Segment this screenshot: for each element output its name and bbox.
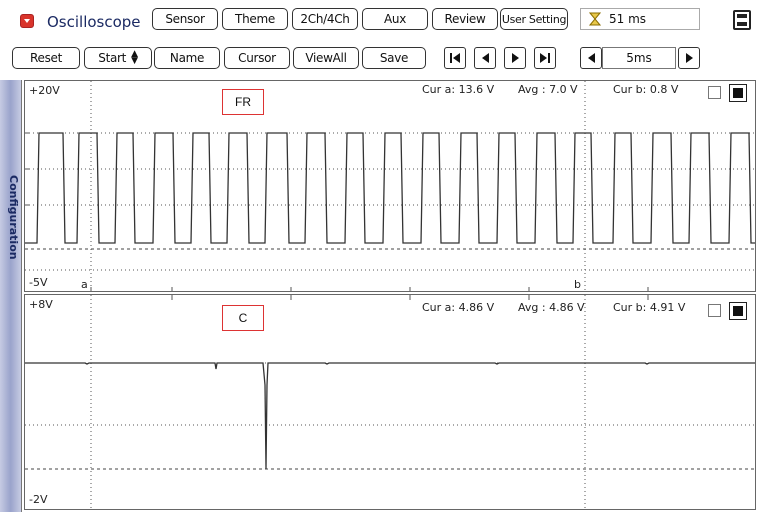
review-button[interactable]: Review	[432, 8, 498, 30]
hourglass-icon	[589, 12, 601, 26]
reset-button[interactable]: Reset	[12, 47, 80, 69]
cursor-a-label: a	[81, 278, 88, 291]
c-waveform-plot	[25, 295, 755, 509]
cursor-b-label: b	[574, 278, 581, 291]
top-bar: Oscilloscope Sensor Theme 2Ch/4Ch Aux Re…	[0, 0, 758, 40]
c-visible-checkbox[interactable]	[729, 302, 747, 320]
fr-channel-name-box[interactable]: FR	[222, 89, 264, 115]
user-setting-button[interactable]: User Setting	[500, 8, 568, 30]
configuration-label: Configuration	[7, 175, 20, 260]
timebase-increase-button[interactable]	[678, 47, 700, 69]
configuration-sidebar[interactable]: Configuration	[0, 80, 22, 512]
skip-end-icon	[540, 53, 550, 63]
channel-panel-fr[interactable]: +20V -5V a b FR Cur a: 13.6 V Avg : 7.0 …	[24, 80, 756, 292]
timebase-increase-icon	[685, 53, 693, 63]
name-button[interactable]: Name	[154, 47, 220, 69]
channel-panel-c[interactable]: +8V -2V C Cur a: 4.86 V Avg : 4.86 V Cur…	[24, 294, 756, 510]
c-toggle-checkbox[interactable]	[708, 304, 721, 317]
fr-average-value: Avg : 7.0 V	[518, 83, 578, 96]
time-display-value: 51 ms	[609, 12, 647, 26]
start-button-label: Start	[98, 51, 127, 65]
save-button[interactable]: Save	[362, 47, 426, 69]
timebase-decrease-icon	[587, 53, 595, 63]
step-back-icon	[481, 53, 489, 63]
start-button[interactable]: Start ▲ ▼	[84, 47, 152, 69]
fr-cursor-b-value: Cur b: 0.8 V	[613, 83, 679, 96]
cursor-button[interactable]: Cursor	[224, 47, 290, 69]
sensor-button[interactable]: Sensor	[152, 8, 218, 30]
aux-button[interactable]: Aux	[362, 8, 428, 30]
timebase-value[interactable]: 5ms	[602, 47, 676, 69]
menu-dropdown-icon[interactable]	[20, 14, 34, 28]
fr-cursor-a-value: Cur a: 13.6 V	[422, 83, 495, 96]
updown-arrows-icon: ▲ ▼	[131, 49, 138, 66]
step-forward-icon	[511, 53, 519, 63]
app-title: Oscilloscope	[47, 13, 141, 31]
layout-icon[interactable]	[733, 10, 751, 30]
step-back-button[interactable]	[474, 47, 496, 69]
c-average-value: Avg : 4.86 V	[518, 301, 585, 314]
c-vmax-label: +8V	[29, 298, 53, 311]
step-forward-button[interactable]	[504, 47, 526, 69]
skip-end-button[interactable]	[534, 47, 556, 69]
skip-start-icon	[450, 53, 460, 63]
channel-mode-button[interactable]: 2Ch/4Ch	[292, 8, 358, 30]
time-display: 51 ms	[580, 8, 700, 30]
fr-toggle-checkbox[interactable]	[708, 86, 721, 99]
timebase-decrease-button[interactable]	[580, 47, 602, 69]
c-signal-trace	[25, 362, 755, 470]
theme-button[interactable]: Theme	[222, 8, 288, 30]
c-cursor-b-value: Cur b: 4.91 V	[613, 301, 686, 314]
skip-start-button[interactable]	[444, 47, 466, 69]
fr-waveform-plot	[25, 81, 755, 291]
fr-signal-trace	[25, 132, 755, 244]
fr-visible-checkbox[interactable]	[729, 84, 747, 102]
c-channel-name-box[interactable]: C	[222, 305, 264, 331]
viewall-button[interactable]: ViewAll	[293, 47, 359, 69]
fr-vmin-label: -5V	[29, 276, 48, 289]
c-vmin-label: -2V	[29, 493, 48, 506]
fr-vmax-label: +20V	[29, 84, 60, 97]
c-cursor-a-value: Cur a: 4.86 V	[422, 301, 495, 314]
